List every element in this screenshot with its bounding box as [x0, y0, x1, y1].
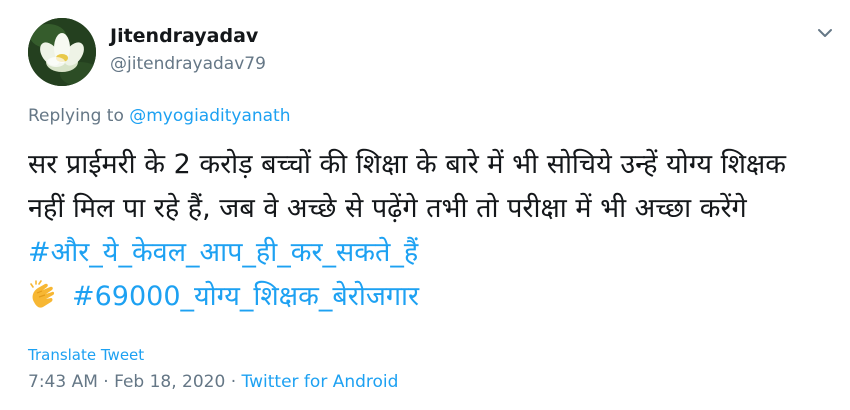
clapping-hands-icon — [28, 280, 58, 324]
author-block[interactable]: Jitendrayadav @jitendrayadav79 — [110, 24, 266, 76]
tweet-text: सर प्राईमरी के 2 करोड़ बच्चों की शिक्षा … — [28, 143, 828, 324]
tweet-text-body: सर प्राईमरी के 2 करोड़ बच्चों की शिक्षा … — [28, 149, 787, 224]
hashtag-link[interactable]: #69000_योग्य_शिक्षक_बेरोजगार — [72, 281, 419, 312]
tweet-card: Jitendrayadav @jitendrayadav79 Replying … — [0, 0, 850, 410]
meta-separator: · — [225, 372, 242, 392]
hashtag-link[interactable]: #और_ये_केवल_आप_ही_कर_सकते_हैं — [28, 237, 418, 268]
tweet-date[interactable]: Feb 18, 2020 — [114, 372, 225, 392]
reply-mention-link[interactable]: @myogiadityanath — [129, 106, 290, 126]
tweet-source-link[interactable]: Twitter for Android — [242, 372, 399, 392]
lotus-flower-icon — [28, 18, 96, 86]
replying-to-label: Replying to — [28, 106, 124, 126]
meta-separator: · — [97, 372, 115, 392]
replying-to-line: Replying to @myogiadityanath — [28, 104, 291, 128]
display-name[interactable]: Jitendrayadav — [110, 24, 266, 48]
tweet-time[interactable]: 7:43 AM — [28, 372, 98, 392]
user-handle[interactable]: @jitendrayadav79 — [110, 52, 266, 76]
translate-tweet-link[interactable]: Translate Tweet — [28, 345, 144, 365]
chevron-down-icon — [818, 29, 832, 37]
avatar[interactable] — [28, 18, 96, 86]
more-options-button[interactable] — [814, 22, 836, 44]
tweet-metadata: 7:43 AM · Feb 18, 2020 · Twitter for And… — [28, 370, 398, 394]
